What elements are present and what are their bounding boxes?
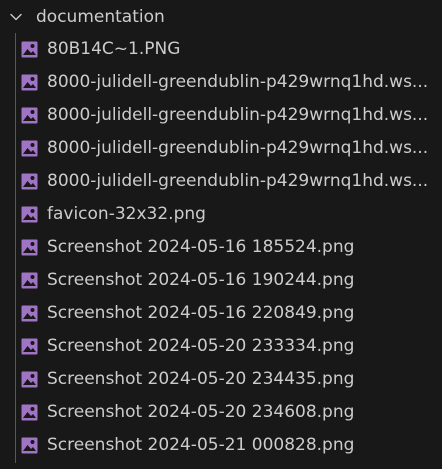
- file-name: 8000-julidell-greendublin-p429wrnq1hd.ws…: [47, 138, 429, 158]
- file-name: Screenshot 2024-05-20 233334.png: [47, 336, 355, 356]
- chevron-down-icon[interactable]: [9, 10, 23, 24]
- file-item[interactable]: Screenshot 2024-05-20 234608.png: [0, 396, 442, 429]
- file-item[interactable]: 80B14C~1.PNG: [0, 33, 442, 66]
- file-item[interactable]: Screenshot 2024-05-16 220849.png: [0, 297, 442, 330]
- image-file-icon: [21, 206, 38, 223]
- file-item[interactable]: Screenshot 2024-05-16 190244.png: [0, 264, 442, 297]
- file-item[interactable]: 8000-julidell-greendublin-p429wrnq1hd.ws…: [0, 132, 442, 165]
- file-name: 8000-julidell-greendublin-p429wrnq1hd.ws…: [47, 72, 429, 92]
- image-file-icon: [21, 41, 38, 58]
- image-file-icon: [21, 437, 38, 454]
- file-name: Screenshot 2024-05-16 190244.png: [47, 270, 355, 290]
- file-name: 8000-julidell-greendublin-p429wrnq1hd.ws…: [47, 105, 429, 125]
- folder-documentation[interactable]: documentation: [0, 1, 442, 33]
- file-name: 8000-julidell-greendublin-p429wrnq1hd.ws…: [47, 171, 429, 191]
- file-item[interactable]: 8000-julidell-greendublin-p429wrnq1hd.ws…: [0, 66, 442, 99]
- file-item[interactable]: Screenshot 2024-05-21 000828.png: [0, 429, 442, 462]
- file-name: favicon-32x32.png: [47, 204, 206, 224]
- image-file-icon: [21, 140, 38, 157]
- folder-name: documentation: [36, 7, 165, 27]
- image-file-icon: [21, 272, 38, 289]
- image-file-icon: [21, 107, 38, 124]
- file-item[interactable]: Screenshot 2024-05-20 234435.png: [0, 363, 442, 396]
- image-file-icon: [21, 338, 38, 355]
- file-name: 80B14C~1.PNG: [47, 39, 181, 59]
- file-name: Screenshot 2024-05-21 000828.png: [47, 435, 355, 455]
- file-item[interactable]: favicon-32x32.png: [0, 198, 442, 231]
- file-item[interactable]: 8000-julidell-greendublin-p429wrnq1hd.ws…: [0, 99, 442, 132]
- file-item[interactable]: Screenshot 2024-05-16 185524.png: [0, 231, 442, 264]
- file-item[interactable]: 8000-julidell-greendublin-p429wrnq1hd.ws…: [0, 165, 442, 198]
- file-name: Screenshot 2024-05-16 185524.png: [47, 237, 355, 257]
- image-file-icon: [21, 305, 38, 322]
- file-list: 80B14C~1.PNG 8000-julidell-greendublin-p…: [0, 33, 442, 462]
- file-name: Screenshot 2024-05-16 220849.png: [47, 303, 355, 323]
- image-file-icon: [21, 173, 38, 190]
- file-explorer-tree: documentation 80B14C~1.PNG 8000-julidell…: [0, 0, 442, 469]
- file-name: Screenshot 2024-05-20 234608.png: [47, 402, 355, 422]
- image-file-icon: [21, 404, 38, 421]
- file-item[interactable]: Screenshot 2024-05-20 233334.png: [0, 330, 442, 363]
- file-name: Screenshot 2024-05-20 234435.png: [47, 369, 355, 389]
- image-file-icon: [21, 239, 38, 256]
- image-file-icon: [21, 74, 38, 91]
- image-file-icon: [21, 371, 38, 388]
